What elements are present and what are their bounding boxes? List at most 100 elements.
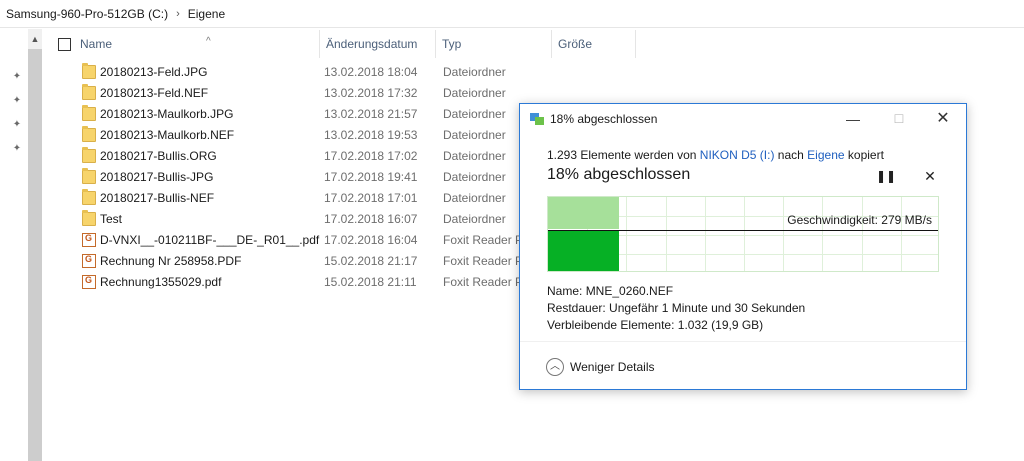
detail-remaining-value: Ungefähr 1 Minute und 30 Sekunden bbox=[609, 301, 806, 315]
detail-items-value: 1.032 (19,9 GB) bbox=[677, 318, 764, 332]
column-name[interactable]: Name ^ bbox=[74, 30, 320, 58]
pin-icon: ✦ bbox=[12, 71, 22, 82]
sort-up-icon: ^ bbox=[206, 36, 211, 47]
graph-grid-line bbox=[626, 197, 627, 271]
list-item[interactable]: Rechnung Nr 258958.PDF 15.02.2018 21:17 … bbox=[48, 251, 548, 272]
list-item[interactable]: 20180213-Maulkorb.JPG 13.02.2018 21:57 D… bbox=[48, 104, 548, 125]
column-type[interactable]: Typ bbox=[436, 30, 552, 58]
detail-name-value: MNE_0260.NEF bbox=[585, 284, 674, 298]
progress-percent-text: 18% abgeschlossen bbox=[547, 166, 691, 183]
maximize-button[interactable]: ☐ bbox=[876, 104, 922, 134]
file-date: 13.02.2018 19:53 bbox=[324, 128, 418, 142]
breadcrumb-folder[interactable]: Eigene bbox=[188, 7, 225, 21]
chevron-up-icon: ︿ bbox=[546, 358, 564, 376]
graph-grid-line bbox=[666, 197, 667, 271]
detail-name-row: Name: MNE_0260.NEF bbox=[547, 284, 673, 298]
copy-icon bbox=[530, 113, 544, 125]
folder-icon bbox=[82, 105, 96, 121]
chevron-right-icon: › bbox=[176, 7, 180, 20]
breadcrumb-drive[interactable]: Samsung-960-Pro-512GB (C:) bbox=[6, 7, 168, 21]
speed-label: Geschwindigkeit: 279 MB/s bbox=[787, 213, 932, 227]
folder-icon bbox=[82, 210, 96, 226]
info-middle: nach bbox=[777, 148, 804, 162]
file-name: Rechnung1355029.pdf bbox=[100, 275, 222, 289]
file-type: Foxit Reader PD bbox=[443, 275, 523, 289]
pin-icon: ✦ bbox=[12, 143, 22, 154]
folder-icon bbox=[82, 147, 96, 163]
file-name: 20180213-Feld.JPG bbox=[100, 65, 208, 79]
detail-remaining-label: Restdauer: bbox=[547, 301, 606, 315]
copy-info-line: 1.293 Elemente werden von NIKON D5 (I:) … bbox=[547, 148, 884, 162]
file-type: Dateiordner bbox=[443, 170, 506, 184]
detail-name-label: Name: bbox=[547, 284, 583, 298]
file-type: Dateiordner bbox=[443, 65, 506, 79]
file-date: 13.02.2018 17:32 bbox=[324, 86, 418, 100]
graph-grid-line bbox=[822, 197, 823, 271]
pin-icon: ✦ bbox=[12, 95, 22, 106]
folder-icon bbox=[82, 63, 96, 79]
list-item[interactable]: D-VNXI__-010211BF-___DE-_R01__.pdf 17.02… bbox=[48, 230, 548, 251]
less-details-button[interactable]: ︿ Weniger Details bbox=[546, 357, 654, 377]
list-item[interactable]: 20180213-Feld.NEF 13.02.2018 17:32 Datei… bbox=[48, 83, 548, 104]
nav-scrollbar[interactable]: ▲ bbox=[28, 29, 42, 461]
target-link[interactable]: Eigene bbox=[807, 148, 844, 162]
info-prefix: 1.293 Elemente werden von bbox=[547, 148, 697, 162]
file-name: 20180217-Bullis-NEF bbox=[100, 191, 215, 205]
column-size-label: Größe bbox=[558, 37, 593, 51]
file-name: 20180217-Bullis.ORG bbox=[100, 149, 217, 163]
file-date: 17.02.2018 16:04 bbox=[324, 233, 418, 247]
pdf-file-icon bbox=[82, 275, 96, 289]
file-date: 13.02.2018 18:04 bbox=[324, 65, 418, 79]
select-all-checkbox[interactable] bbox=[58, 38, 71, 51]
column-date-label: Änderungsdatum bbox=[326, 37, 418, 51]
dialog-title: 18% abgeschlossen bbox=[550, 112, 658, 126]
file-name: Rechnung Nr 258958.PDF bbox=[100, 254, 242, 268]
list-item[interactable]: 20180217-Bullis-JPG 17.02.2018 19:41 Dat… bbox=[48, 167, 548, 188]
list-item[interactable]: Test 17.02.2018 16:07 Dateiordner bbox=[48, 209, 548, 230]
info-suffix: kopiert bbox=[847, 148, 884, 162]
file-name: 20180213-Maulkorb.NEF bbox=[100, 128, 235, 142]
graph-grid-line bbox=[783, 197, 784, 271]
file-date: 15.02.2018 21:11 bbox=[324, 275, 417, 289]
file-date: 17.02.2018 17:02 bbox=[324, 149, 418, 163]
list-item[interactable]: 20180217-Bullis-NEF 17.02.2018 17:01 Dat… bbox=[48, 188, 548, 209]
file-date: 15.02.2018 21:17 bbox=[324, 254, 418, 268]
copy-progress-dialog: 18% abgeschlossen — ☐ ✕ 1.293 Elemente w… bbox=[519, 103, 967, 390]
file-name: Test bbox=[100, 212, 123, 226]
folder-icon bbox=[82, 84, 96, 100]
column-date[interactable]: Änderungsdatum bbox=[320, 30, 436, 58]
list-item[interactable]: 20180213-Maulkorb.NEF 13.02.2018 19:53 D… bbox=[48, 125, 548, 146]
file-type: Foxit Reader PD bbox=[443, 233, 523, 247]
file-list-header: Name ^ Änderungsdatum Typ Größe bbox=[48, 30, 648, 58]
file-name: 20180213-Maulkorb.JPG bbox=[100, 107, 234, 121]
file-type: Dateiordner bbox=[443, 107, 506, 121]
column-size[interactable]: Größe bbox=[552, 30, 636, 58]
file-type: Dateiordner bbox=[443, 191, 506, 205]
source-link[interactable]: NIKON D5 (I:) bbox=[700, 148, 775, 162]
cancel-button[interactable]: ✕ bbox=[922, 168, 938, 184]
list-item[interactable]: Rechnung1355029.pdf 15.02.2018 21:11 Fox… bbox=[48, 272, 548, 293]
column-type-label: Typ bbox=[442, 37, 462, 51]
progress-fill-light bbox=[548, 197, 619, 229]
pause-button[interactable]: ❚❚ bbox=[876, 168, 896, 184]
dialog-titlebar[interactable]: 18% abgeschlossen — ☐ ✕ bbox=[520, 104, 966, 134]
list-item[interactable]: 20180217-Bullis.ORG 17.02.2018 17:02 Dat… bbox=[48, 146, 548, 167]
file-name: 20180213-Feld.NEF bbox=[100, 86, 209, 100]
folder-icon bbox=[82, 126, 96, 142]
minimize-button[interactable]: — bbox=[830, 104, 876, 134]
file-type: Dateiordner bbox=[443, 212, 506, 226]
close-button[interactable]: ✕ bbox=[920, 104, 966, 134]
detail-remaining-row: Restdauer: Ungefähr 1 Minute und 30 Seku… bbox=[547, 301, 805, 315]
chevron-up-icon[interactable]: ▲ bbox=[28, 31, 42, 47]
graph-grid-line bbox=[705, 197, 706, 271]
file-name: 20180217-Bullis-JPG bbox=[100, 170, 214, 184]
file-date: 13.02.2018 21:57 bbox=[324, 107, 418, 121]
file-type: Foxit Reader PD bbox=[443, 254, 523, 268]
nav-scrollbar-thumb[interactable] bbox=[28, 49, 42, 461]
divider bbox=[520, 341, 966, 342]
less-details-label: Weniger Details bbox=[570, 360, 655, 374]
file-type: Dateiordner bbox=[443, 149, 506, 163]
navigation-pane: ✦ ✦ ✦ ✦ ▲ bbox=[0, 29, 42, 461]
list-item[interactable]: 20180213-Feld.JPG 13.02.2018 18:04 Datei… bbox=[48, 62, 548, 83]
file-name: D-VNXI__-010211BF-___DE-_R01__.pdf bbox=[100, 233, 320, 247]
